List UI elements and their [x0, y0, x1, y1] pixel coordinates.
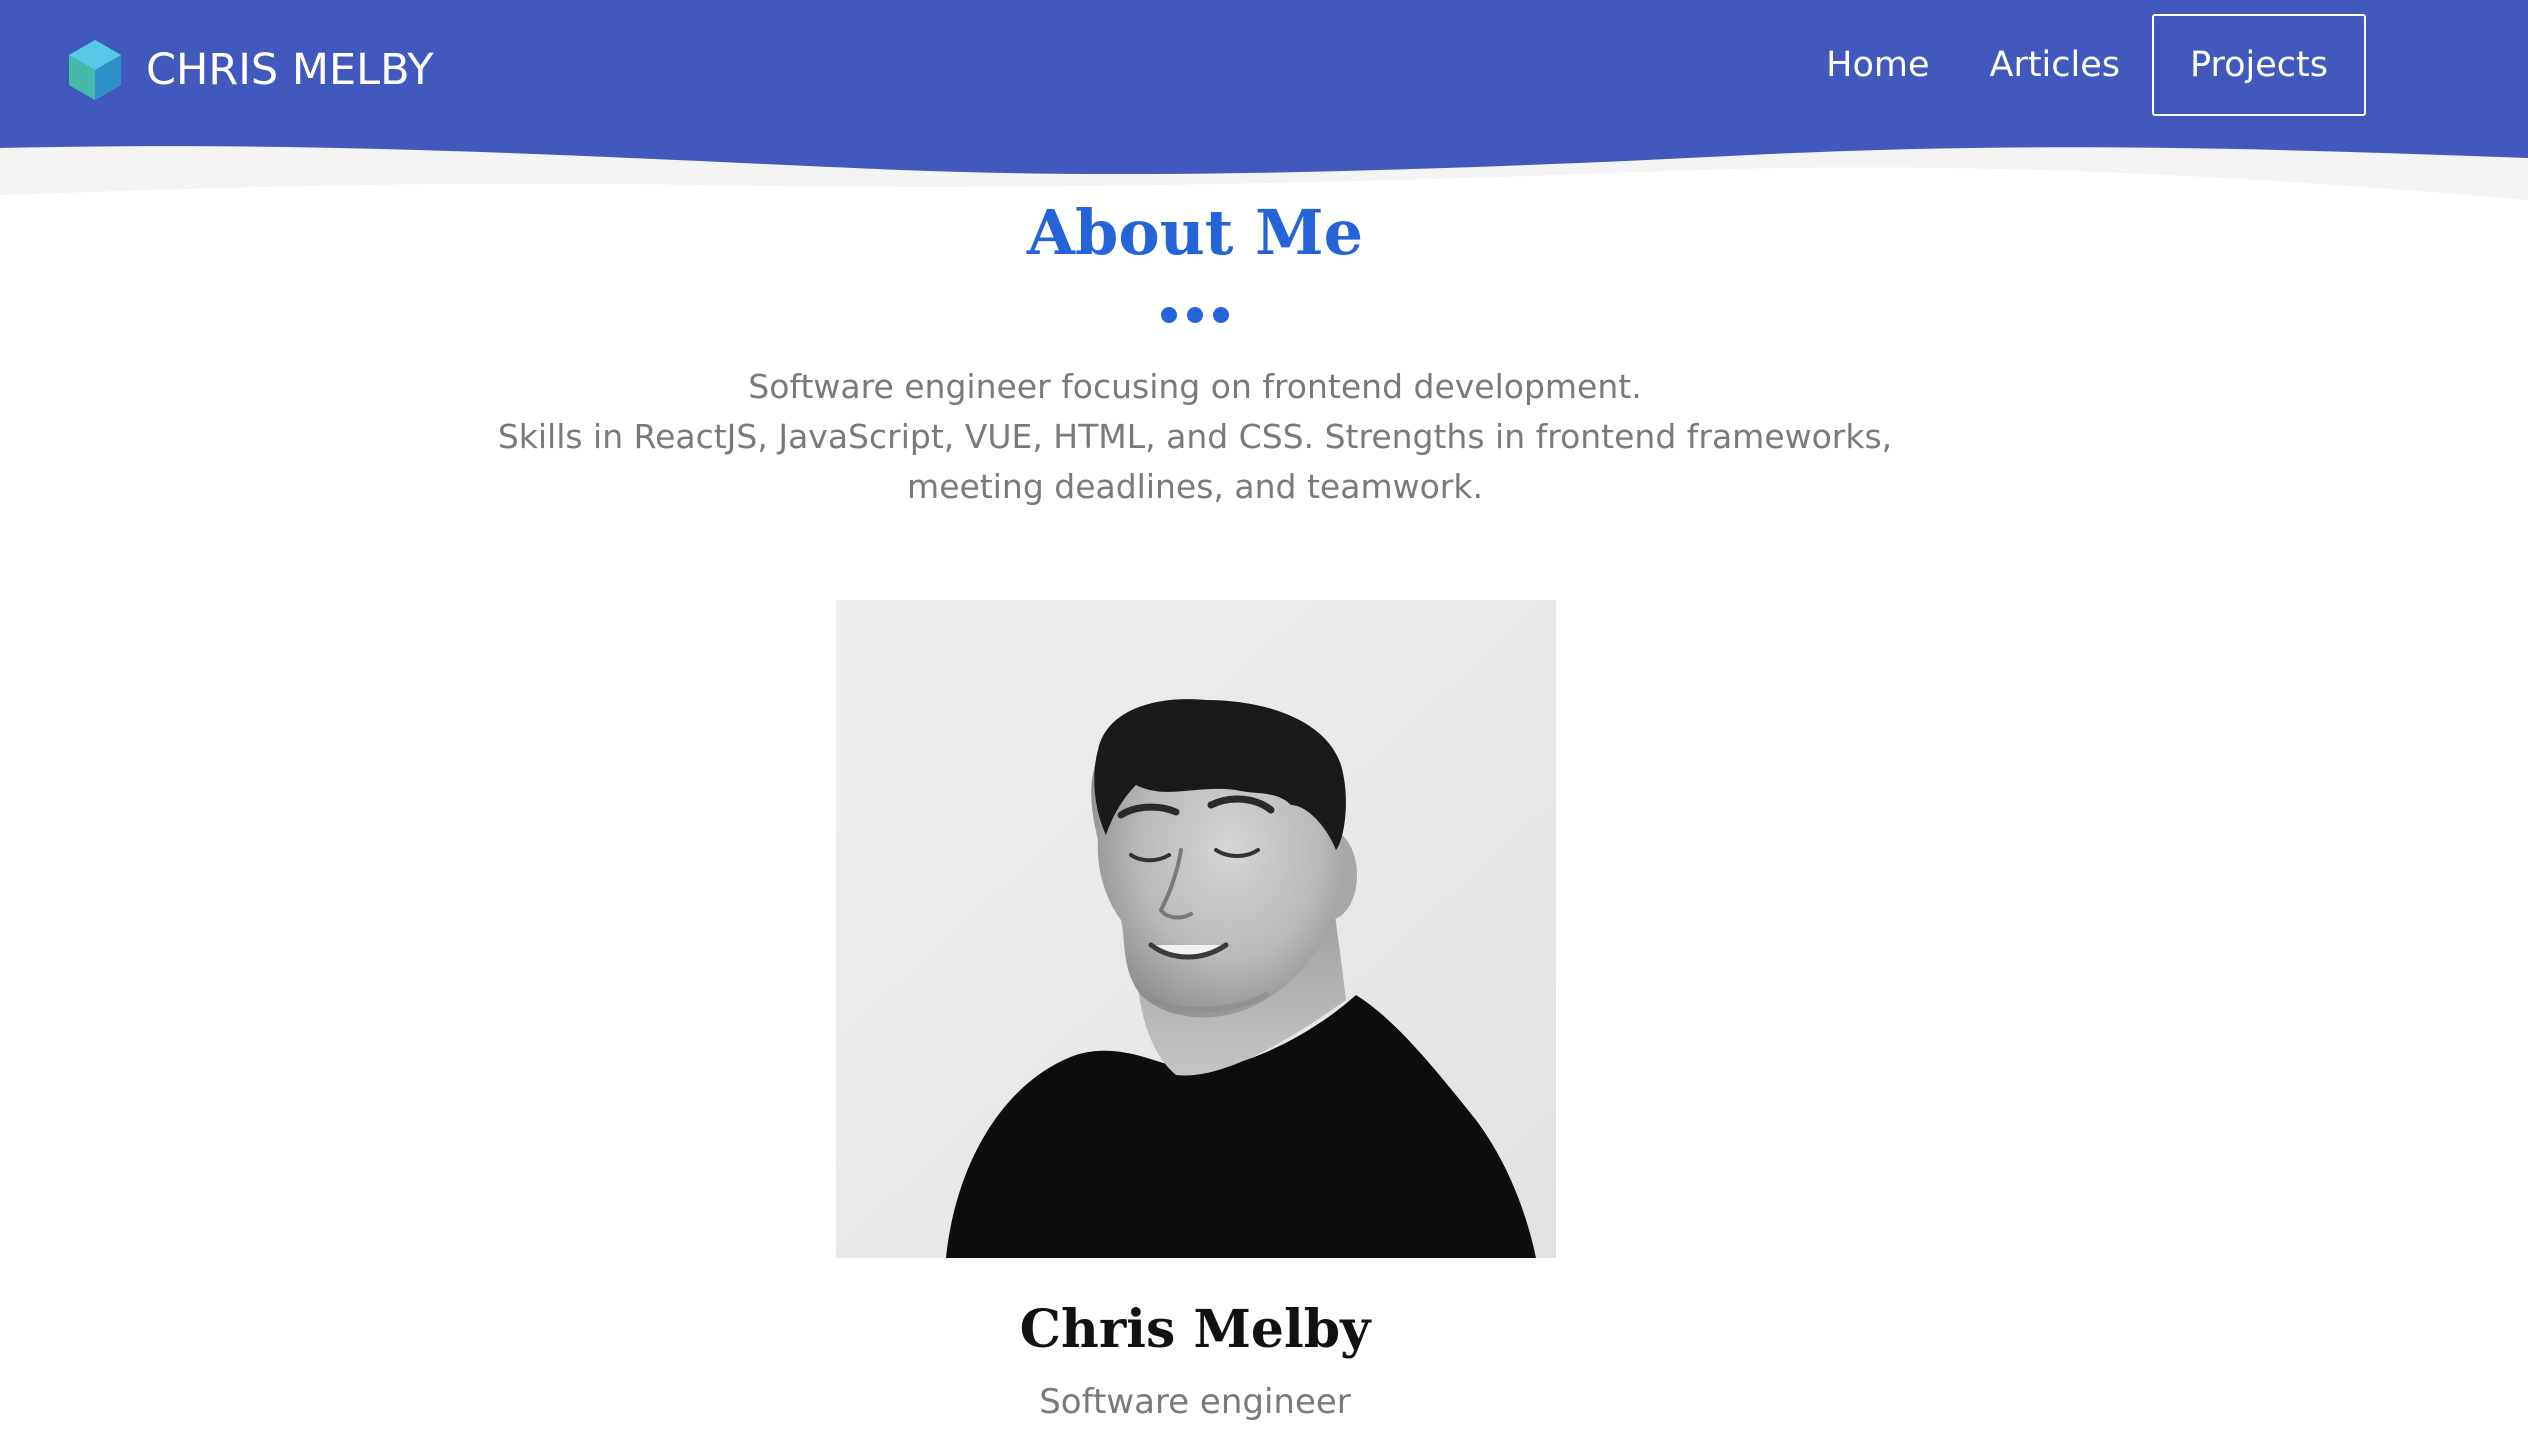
bio-line: Software engineer focusing on frontend d…	[748, 367, 1642, 406]
profile-name: Chris Melby	[1019, 1299, 1371, 1360]
bio-line: meeting deadlines, and teamwork.	[907, 467, 1483, 506]
title-divider-dots	[0, 307, 2390, 323]
profile-role: Software engineer	[1039, 1382, 1351, 1422]
bio-line: Skills in ReactJS, JavaScript, VUE, HTML…	[497, 417, 1893, 456]
portrait-photo	[836, 600, 1556, 1258]
divider-dot	[1161, 307, 1177, 323]
site-header: CHRIS MELBY Home Articles Projects	[0, 0, 2528, 210]
nav-home[interactable]: Home	[1796, 14, 1959, 116]
divider-dot	[1187, 307, 1203, 323]
nav-articles[interactable]: Articles	[1960, 14, 2151, 116]
brand-name: CHRIS MELBY	[146, 45, 434, 95]
about-title: About Me	[1026, 196, 1364, 269]
brand[interactable]: CHRIS MELBY	[66, 36, 434, 104]
main-nav: Home Articles Projects	[1796, 14, 2366, 116]
hexagon-logo-icon	[69, 40, 121, 100]
bio-text: Software engineer focusing on frontend d…	[0, 362, 2390, 512]
nav-projects[interactable]: Projects	[2152, 14, 2366, 116]
divider-dot	[1213, 307, 1229, 323]
